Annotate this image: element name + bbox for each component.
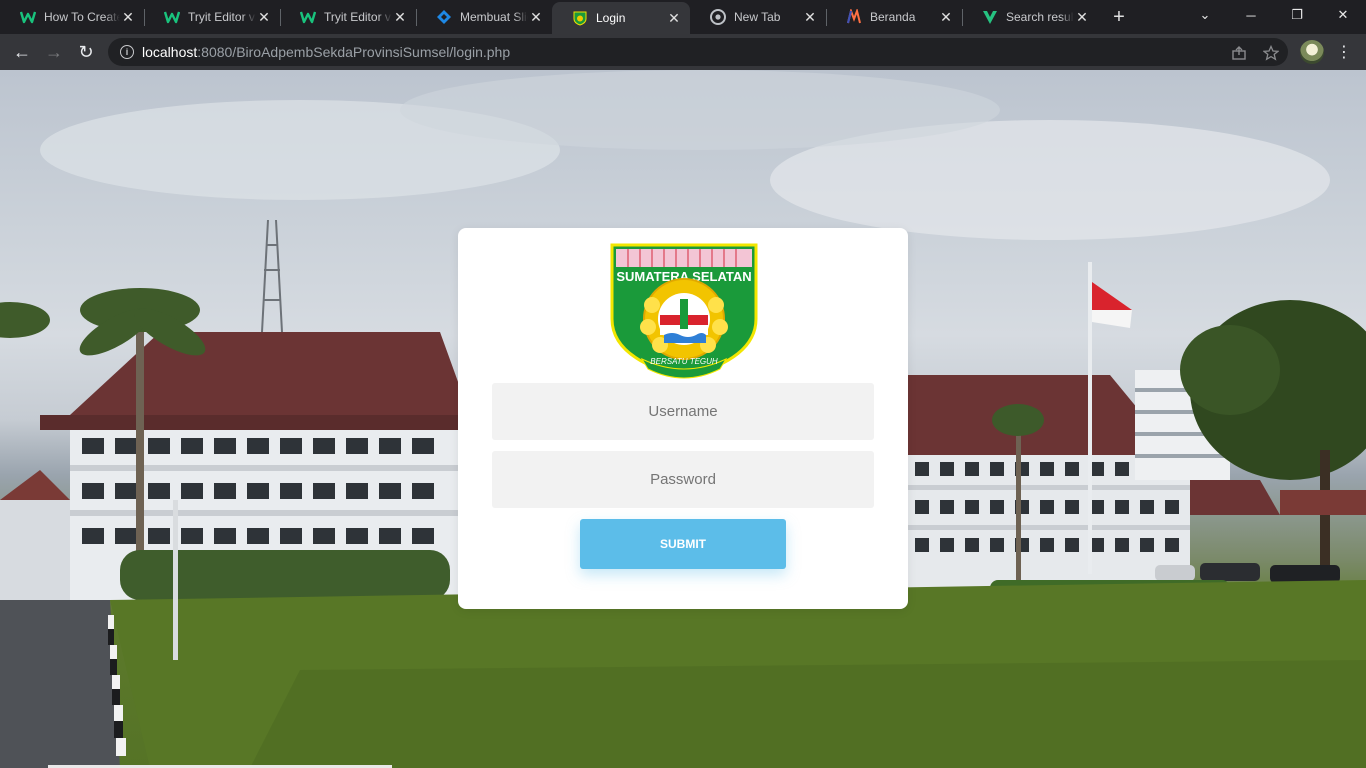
reload-button[interactable]: ↻ <box>72 38 100 66</box>
tab-title: Login <box>596 11 626 25</box>
tab-search-chevron-icon[interactable]: ⌄ <box>1182 0 1228 30</box>
tab-tryit-editor-2[interactable]: Tryit Editor v3.7 ✕ <box>280 0 417 34</box>
address-url[interactable]: localhost:8080/BiroAdpembSekdaProvinsiSu… <box>142 44 510 60</box>
close-icon[interactable]: ✕ <box>1074 9 1090 25</box>
w-logo-icon <box>20 9 36 25</box>
browser-toolbar: ← → ↻ i localhost:8080/BiroAdpembSekdaPr… <box>0 34 1366 70</box>
tab-title: New Tab <box>734 10 781 24</box>
logo-bottom-text: BERSATU TEGUH <box>650 357 718 366</box>
tab-how-to-create[interactable]: How To Create ✕ <box>0 0 145 34</box>
sumsel-favicon <box>572 10 588 26</box>
v-logo-icon <box>982 9 998 25</box>
menu-kebab-icon[interactable]: ⋮ <box>1334 40 1354 64</box>
chrome-icon <box>710 9 726 25</box>
url-host: localhost <box>142 44 198 60</box>
tab-title: Tryit Editor v3.7 <box>188 10 256 24</box>
close-window-button[interactable]: ✕ <box>1320 0 1366 30</box>
close-icon[interactable]: ✕ <box>528 9 544 25</box>
tab-beranda[interactable]: Beranda ✕ <box>826 0 963 34</box>
m-logo-icon <box>846 9 862 25</box>
url-path: :8080/BiroAdpembSekdaProvinsiSumsel/logi… <box>197 44 511 60</box>
site-info-icon[interactable]: i <box>120 45 134 59</box>
close-icon[interactable]: ✕ <box>938 9 954 25</box>
page-viewport: SUMATERA SELATAN BERSATU TEGUH SUBMIT <box>0 70 1366 768</box>
close-icon[interactable]: ✕ <box>392 9 408 25</box>
address-bar[interactable]: i localhost:8080/BiroAdpembSekdaProvinsi… <box>108 38 1288 66</box>
back-button[interactable]: ← <box>8 38 36 66</box>
tab-search-results[interactable]: Search results ✕ <box>962 0 1098 34</box>
close-icon[interactable]: ✕ <box>802 9 818 25</box>
tab-strip: How To Create ✕ Tryit Editor v3.7 ✕ Tryi… <box>0 0 1366 34</box>
tab-title: Membuat Slider <box>460 10 528 24</box>
tab-new-tab[interactable]: New Tab ✕ <box>690 0 827 34</box>
tab-login[interactable]: Login ✕ <box>552 2 690 34</box>
tab-tryit-editor-1[interactable]: Tryit Editor v3.7 ✕ <box>144 0 281 34</box>
tab-title: Beranda <box>870 10 916 24</box>
close-icon[interactable]: ✕ <box>256 9 272 25</box>
tab-title: Tryit Editor v3.7 <box>324 10 392 24</box>
login-card: SUMATERA SELATAN BERSATU TEGUH SUBMIT <box>458 228 908 609</box>
w-logo-icon <box>300 9 316 25</box>
tab-title: How To Create <box>44 10 120 24</box>
profile-avatar[interactable] <box>1300 40 1324 64</box>
tab-title: Search results <box>1006 10 1074 24</box>
forward-button[interactable]: → <box>40 38 68 66</box>
submit-button[interactable]: SUBMIT <box>580 519 786 569</box>
share-icon[interactable] <box>1230 44 1248 62</box>
new-tab-button[interactable]: + <box>1106 5 1132 29</box>
username-input[interactable] <box>492 383 874 440</box>
restore-button[interactable]: ❐ <box>1274 0 1320 30</box>
minimize-button[interactable]: ─ <box>1228 0 1274 30</box>
tab-membuat-slider[interactable]: Membuat Slider ✕ <box>416 0 552 34</box>
close-icon[interactable]: ✕ <box>120 9 136 25</box>
diamond-icon <box>436 9 452 25</box>
sumsel-emblem-logo: SUMATERA SELATAN BERSATU TEGUH <box>610 243 758 379</box>
w-logo-icon <box>164 9 180 25</box>
close-icon[interactable]: ✕ <box>666 10 682 26</box>
password-input[interactable] <box>492 451 874 508</box>
bookmark-star-icon[interactable] <box>1262 44 1280 62</box>
